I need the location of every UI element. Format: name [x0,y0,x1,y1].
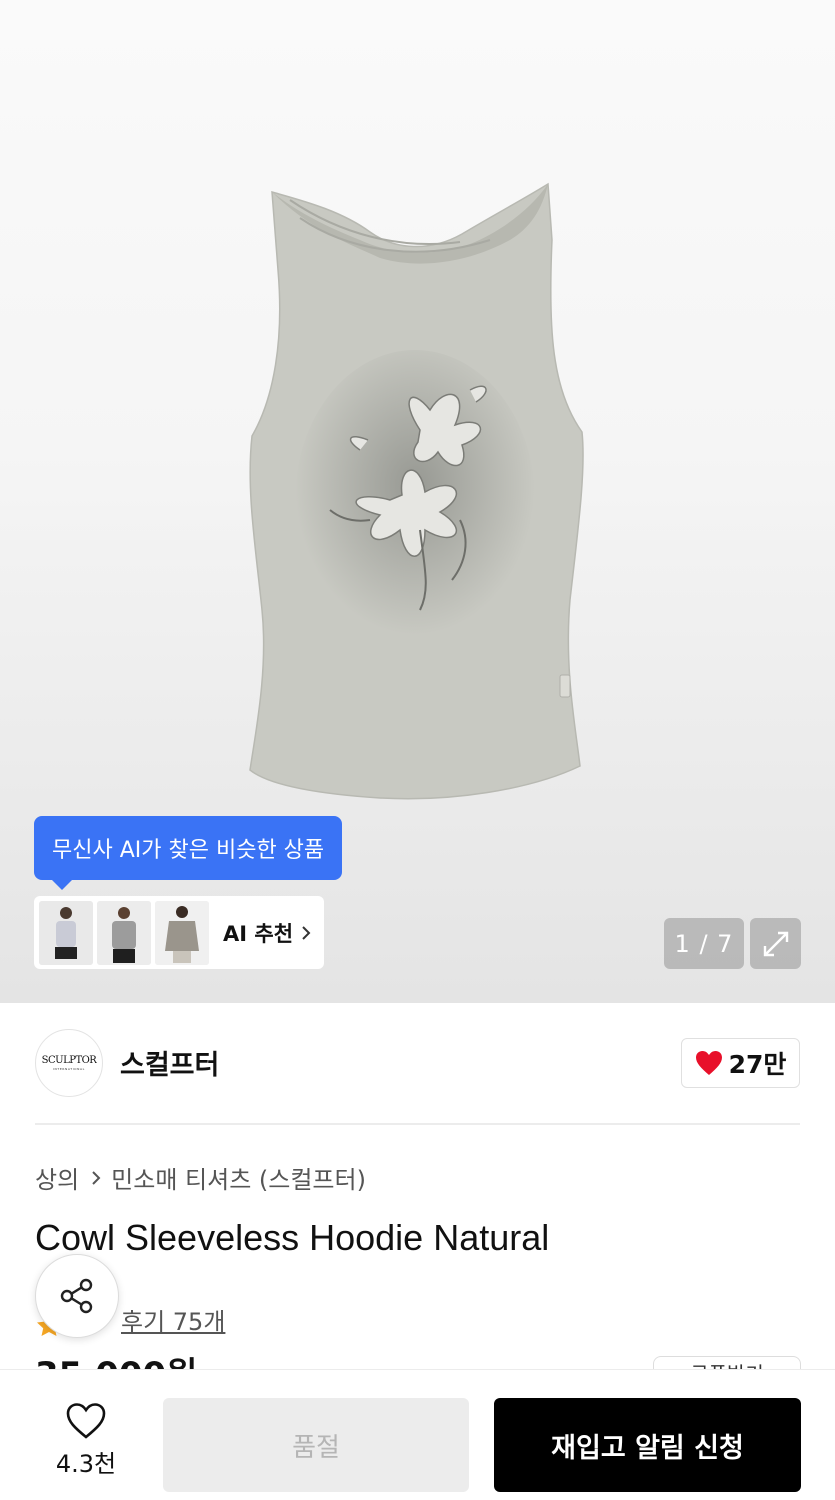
breadcrumb: 상의 민소매 티셔츠 (스컬프터) [35,1160,366,1195]
wishlist-count: 4.3천 [55,1450,117,1478]
share-button[interactable] [35,1254,119,1338]
bottom-action-bar: 4.3천 품절 재입고 알림 신청 [0,1369,835,1500]
heart-icon [695,1051,722,1075]
ai-tooltip-text: 무신사 AI가 찾은 비슷한 상품 [52,838,325,863]
brand-name[interactable]: 스컬프터 [120,1043,219,1082]
heart-outline-icon [66,1403,106,1439]
brand-logo-text: SCULPTOR [41,1055,97,1066]
product-title: Cowl Sleeveless Hoodie Natural [35,1217,550,1258]
breadcrumb-item[interactable]: 민소매 티셔츠 (스컬프터) [111,1160,366,1195]
product-image-gallery[interactable]: 무신사 AI가 찾은 비슷한 상품 AI 추천 1 / 7 [0,0,835,1003]
brand-like-button[interactable]: 27만 [681,1038,800,1088]
image-counter: 1 / 7 [664,918,744,969]
soldout-button[interactable]: 품절 [163,1398,469,1492]
price: 35,000원 [35,1356,197,1370]
ai-recommend-label[interactable]: AI 추천 [223,918,293,948]
ai-thumbnail[interactable] [97,900,151,965]
breadcrumb-item[interactable]: 상의 [35,1160,79,1195]
restock-alert-button[interactable]: 재입고 알림 신청 [494,1398,801,1492]
product-image [249,182,584,800]
brand-logo-subtext: INTERNATIONAL [53,1067,85,1071]
chevron-right-icon [91,1170,101,1186]
brand-logo[interactable]: SCULPTOR INTERNATIONAL [35,1029,103,1097]
chevron-right-icon [302,925,311,940]
ai-recommend-strip[interactable]: AI 추천 [34,896,324,969]
share-icon [60,1278,93,1314]
wishlist-button[interactable]: 4.3천 [40,1402,132,1482]
expand-image-button[interactable] [750,918,801,969]
ai-thumbnail[interactable] [155,900,209,965]
review-count-link[interactable]: 후기 75개 [121,1302,225,1337]
section-divider [35,1123,800,1125]
ai-recommend-tooltip: 무신사 AI가 찾은 비슷한 상품 [34,816,343,890]
expand-icon [763,931,788,956]
brand-like-count: 27만 [728,1050,787,1079]
ai-thumbnail[interactable] [39,900,93,965]
